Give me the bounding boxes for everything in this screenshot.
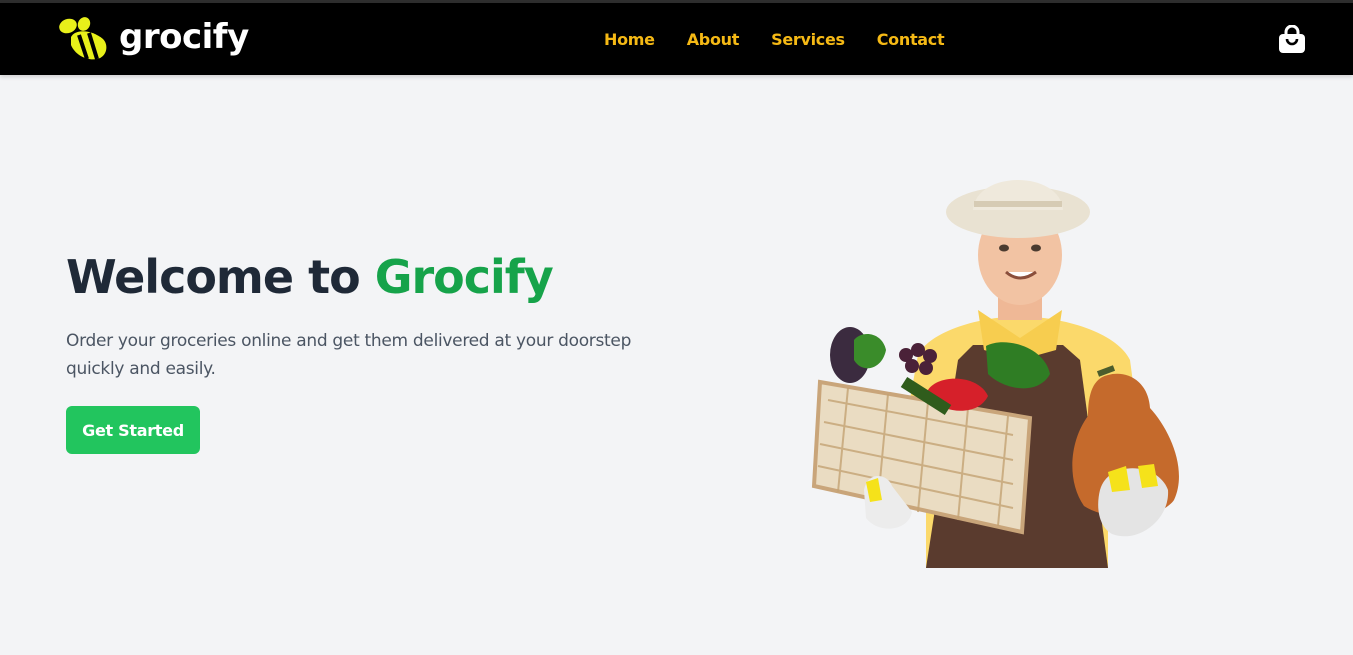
nav-link-services[interactable]: Services <box>771 30 845 49</box>
nav-link-contact[interactable]: Contact <box>877 30 945 49</box>
hero-title-accent: Grocify <box>374 250 554 304</box>
nav-link-home[interactable]: Home <box>604 30 655 49</box>
cart-button[interactable] <box>1277 25 1307 55</box>
navbar: grocify Home About Services Contact <box>0 3 1353 75</box>
brand-name: grocify <box>119 17 249 57</box>
hero-title-prefix: Welcome to <box>66 250 375 304</box>
nav-link-about[interactable]: About <box>687 30 740 49</box>
bee-logo-icon <box>59 17 107 60</box>
hero-subtitle: Order your groceries online and get them… <box>66 331 632 379</box>
shopping-bag-icon <box>1279 25 1305 53</box>
get-started-button[interactable]: Get Started <box>66 406 200 454</box>
logo-link[interactable]: grocify <box>57 15 249 63</box>
farmer-with-vegetables-image <box>811 180 1179 568</box>
hero-title: Welcome to Grocify <box>66 250 554 305</box>
main-nav: Home About Services Contact <box>604 3 945 75</box>
